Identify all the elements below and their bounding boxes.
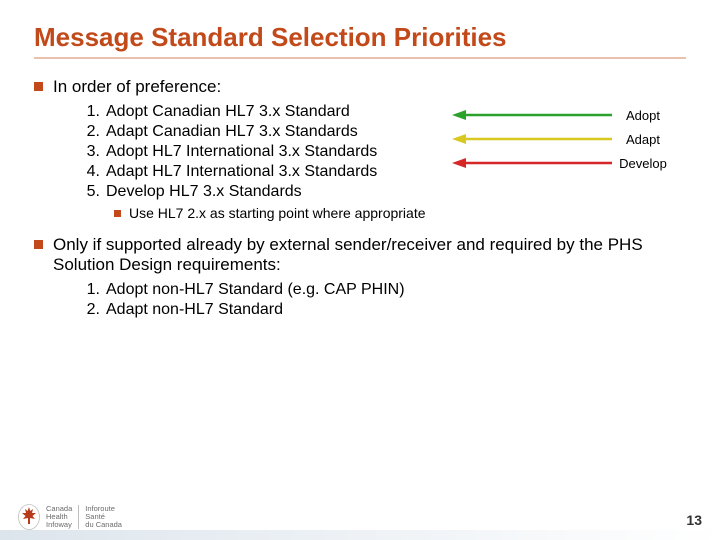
list-item-text: Adopt HL7 International 3.x Standards	[106, 143, 377, 160]
arrow-row: Adapt	[452, 129, 692, 149]
bullet-1: In order of preference:	[34, 77, 686, 97]
arrow-left-icon	[452, 108, 612, 122]
square-bullet-icon	[34, 240, 43, 249]
title-rule	[34, 57, 686, 59]
page-number: 13	[686, 512, 702, 528]
sub-bullet-text: Use HL7 2.x as starting point where appr…	[129, 205, 426, 221]
logo-text-fr: Inforoute Santé du Canada	[85, 505, 122, 529]
slide: Message Standard Selection Priorities In…	[0, 0, 720, 540]
bullet-1-text: In order of preference:	[53, 77, 221, 97]
ordered-list-wrap: 1.Adopt Canadian HL7 3.x Standard 2.Adap…	[34, 103, 686, 201]
arrow-head-icon	[452, 134, 466, 144]
arrow-left-icon	[452, 156, 612, 170]
maple-leaf-icon	[18, 504, 40, 530]
list-item: 5.Develop HL7 3.x Standards	[80, 183, 686, 201]
priority-arrows: Adopt Adapt Develop	[452, 105, 692, 177]
sub-bullet: Use HL7 2.x as starting point where appr…	[114, 205, 686, 221]
square-bullet-icon	[114, 210, 121, 217]
arrow-label: Develop	[612, 156, 674, 171]
logo-text-en: Canada Health Infoway	[46, 505, 72, 529]
arrow-row: Adopt	[452, 105, 692, 125]
arrow-head-icon	[452, 110, 466, 120]
list-item-text: Adapt HL7 International 3.x Standards	[106, 163, 377, 180]
list-item: 1.Adopt non-HL7 Standard (e.g. CAP PHIN)	[80, 281, 686, 299]
logo-divider	[78, 505, 79, 529]
square-bullet-icon	[34, 82, 43, 91]
arrow-label: Adapt	[612, 132, 674, 147]
list-item-text: Adapt Canadian HL7 3.x Standards	[106, 123, 358, 140]
arrow-left-icon	[452, 132, 612, 146]
list-item-text: Adapt non-HL7 Standard	[106, 301, 283, 318]
list-item: 2.Adapt non-HL7 Standard	[80, 301, 686, 319]
list-item-text: Develop HL7 3.x Standards	[106, 183, 302, 200]
arrow-head-icon	[452, 158, 466, 168]
arrow-row: Develop	[452, 153, 692, 173]
list-item-text: Adopt non-HL7 Standard (e.g. CAP PHIN)	[106, 281, 405, 298]
ordered-list-2: 1.Adopt non-HL7 Standard (e.g. CAP PHIN)…	[80, 281, 686, 319]
list-item-text: Adopt Canadian HL7 3.x Standard	[106, 103, 350, 120]
bullet-2-text: Only if supported already by external se…	[53, 235, 653, 275]
arrow-label: Adopt	[612, 108, 674, 123]
footer-gradient-bar	[0, 530, 720, 540]
slide-footer: 13 Canada Health Infoway Inforoute Santé…	[0, 492, 720, 540]
slide-title: Message Standard Selection Priorities	[34, 22, 686, 53]
infoway-logo: Canada Health Infoway Inforoute Santé du…	[18, 504, 122, 530]
bullet-2: Only if supported already by external se…	[34, 235, 686, 275]
slide-content: In order of preference: 1.Adopt Canadian…	[34, 77, 686, 319]
